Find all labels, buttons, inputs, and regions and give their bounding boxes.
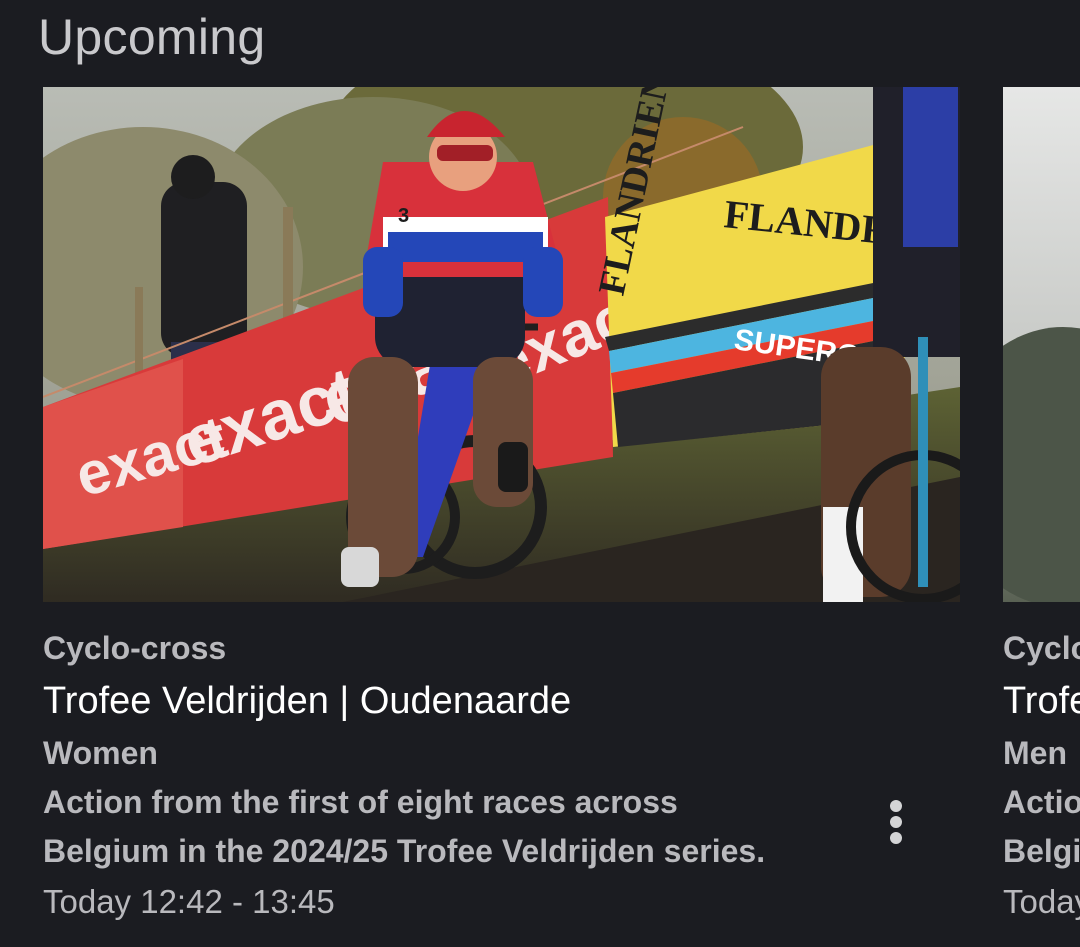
more-dot [890, 816, 902, 828]
event-time: Today [1003, 883, 1080, 920]
event-category: Men [1003, 735, 1067, 771]
event-title[interactable]: Trofee Veldrijden | Oudenaarde [1003, 674, 1080, 728]
event-thumbnail[interactable] [1003, 87, 1080, 602]
event-sport: Cyclo-cross [1003, 630, 1080, 666]
event-time: Today 12:42 - 13:45 [43, 883, 335, 920]
svg-text:3: 3 [398, 205, 409, 227]
event-description: Action from the first of eight races acr… [43, 778, 843, 876]
more-vertical-icon[interactable] [878, 792, 914, 852]
event-meta: Cyclo-cross Trofee Veldrijden | Oudenaar… [1003, 602, 1080, 926]
event-meta: Cyclo-cross Trofee Veldrijden | Oudenaar… [43, 602, 960, 926]
thumbnail-image [1003, 87, 1080, 602]
event-category: Women [43, 735, 158, 771]
event-card[interactable]: Cyclo-cross Trofee Veldrijden | Oudenaar… [1003, 87, 1080, 926]
more-dot [890, 832, 902, 844]
event-title[interactable]: Trofee Veldrijden | Oudenaarde [43, 674, 960, 728]
event-sport: Cyclo-cross [43, 630, 227, 666]
event-description-line1: Action from the first of eight races acr… [43, 784, 678, 820]
event-description-line2: Belgium in the 2024/25 Trofee Veldrijden… [1003, 833, 1080, 869]
thumbnail-image: exact exact exact exact FLANDRIEN FLANDR… [43, 87, 960, 602]
more-dot [890, 800, 902, 812]
section-title: Upcoming [38, 9, 266, 65]
event-card[interactable]: exact exact exact exact FLANDRIEN FLANDR… [43, 87, 960, 926]
upcoming-page: Upcoming exact exact exact exact FLANDRI… [0, 0, 1080, 947]
event-thumbnail[interactable]: exact exact exact exact FLANDRIEN FLANDR… [43, 87, 960, 602]
event-description: Action from the first of eight races acr… [1003, 778, 1080, 876]
event-description-line1: Action from the first of eight races acr… [1003, 784, 1080, 820]
event-description-line2: Belgium in the 2024/25 Trofee Veldrijden… [43, 833, 766, 869]
